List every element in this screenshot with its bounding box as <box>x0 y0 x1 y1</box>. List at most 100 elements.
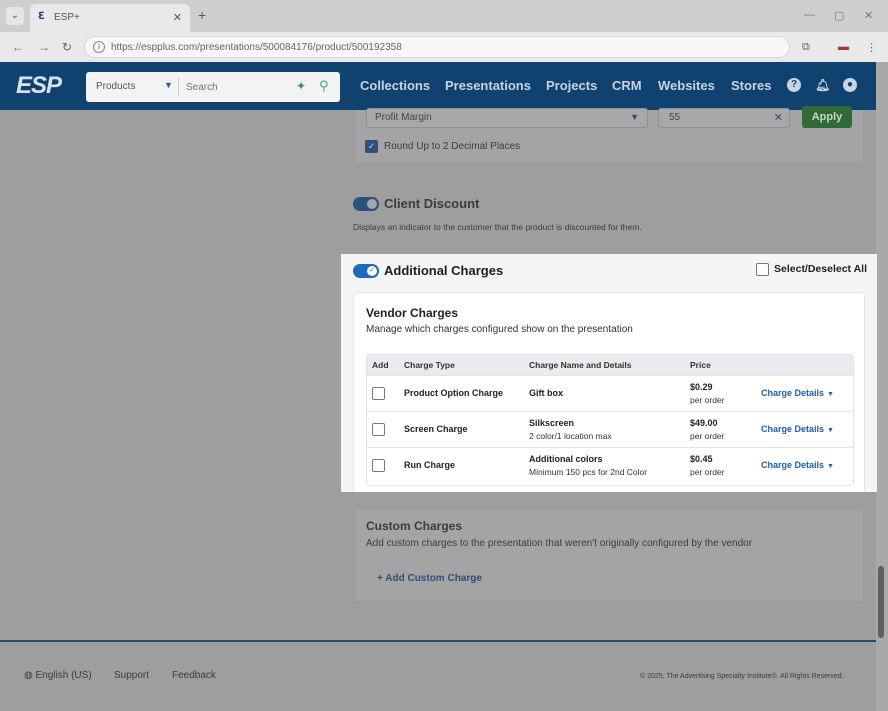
profile-icon[interactable]: ▬ <box>838 41 849 53</box>
browser-tab[interactable]: ℇ ESP+ ✕ <box>30 4 190 32</box>
select-all-label[interactable]: Select/Deselect All <box>774 263 867 275</box>
vendor-charges-card: Vendor Charges Manage which charges conf… <box>353 292 865 492</box>
chevron-down-icon: ▼ <box>827 463 834 470</box>
additional-charges-title: Additional Charges <box>384 263 504 278</box>
client-discount-title: Client Discount <box>384 196 480 211</box>
charge-name: Silkscreen <box>529 418 575 428</box>
tab-search-button[interactable]: ⌄ <box>6 7 24 25</box>
charge-detail: 2 color/1 location max <box>529 431 612 441</box>
footer-divider <box>0 640 876 642</box>
language-selector[interactable]: ◍ English (US) <box>24 670 92 681</box>
browser-tab-bar: ⌄ ℇ ESP+ ✕ + — ▢ ✕ <box>0 0 888 32</box>
charge-type: Screen Charge <box>404 424 468 434</box>
client-discount-desc: Displays an indicator to the customer th… <box>353 222 642 232</box>
charge-details-dropdown[interactable]: Charge Details ▼ <box>761 460 834 470</box>
bell-icon[interactable]: 🔔︎ <box>815 78 830 92</box>
vendor-charges-title: Vendor Charges <box>366 306 459 320</box>
scrollbar-thumb[interactable] <box>878 566 884 638</box>
support-link[interactable]: Support <box>114 670 149 681</box>
nav-stores[interactable]: Stores <box>731 78 771 93</box>
ai-sparkle-icon[interactable]: ✦ <box>296 79 306 93</box>
reload-icon[interactable]: ↻ <box>62 40 72 54</box>
additional-charges-panel: ✓ Additional Charges Select/Deselect All… <box>341 254 877 492</box>
global-search: Products ▼ ✦ ⚲ <box>86 72 340 102</box>
charge-details-label: Charge Details <box>761 424 825 434</box>
add-custom-charge-label: Add Custom Charge <box>385 573 482 584</box>
add-charge-checkbox[interactable] <box>372 423 385 436</box>
markup-type-select[interactable]: Profit Margin ▼ <box>366 108 648 128</box>
charge-details-dropdown[interactable]: Charge Details ▼ <box>761 388 834 398</box>
nav-presentations[interactable]: Presentations <box>445 78 531 93</box>
chevron-down-icon[interactable]: ▼ <box>164 80 173 90</box>
charge-details-dropdown[interactable]: Charge Details ▼ <box>761 424 834 434</box>
table-row: Screen Charge Silkscreen 2 color/1 locat… <box>367 411 853 447</box>
chevron-down-icon: ▼ <box>630 112 639 122</box>
charge-type: Product Option Charge <box>404 388 503 398</box>
charge-name: Gift box <box>529 388 563 398</box>
charge-name: Additional colors <box>529 454 603 464</box>
markup-type-value: Profit Margin <box>375 112 432 123</box>
forward-icon[interactable]: → <box>38 40 50 54</box>
custom-charges-desc: Add custom charges to the presentation t… <box>366 538 753 549</box>
charge-price-unit: per order <box>690 467 725 477</box>
chevron-down-icon: ▼ <box>827 427 834 434</box>
client-discount-toggle[interactable] <box>353 197 379 211</box>
chevron-down-icon: ▼ <box>827 391 834 398</box>
charge-price: $0.29 <box>690 382 713 392</box>
account-icon[interactable]: ● <box>843 78 857 92</box>
app-header: ESP Products ▼ ✦ ⚲ Collections Presentat… <box>0 62 876 110</box>
markup-value-input[interactable]: 55 ✕ <box>658 108 790 128</box>
plus-icon: + <box>377 573 386 584</box>
back-icon[interactable]: ← <box>12 40 24 54</box>
nav-crm[interactable]: CRM <box>612 78 642 93</box>
search-category-select[interactable]: Products <box>96 81 135 92</box>
select-all-checkbox[interactable] <box>756 263 769 276</box>
language-label: English (US) <box>35 670 92 681</box>
nav-websites[interactable]: Websites <box>658 78 715 93</box>
charge-price-unit: per order <box>690 395 725 405</box>
charge-details-label: Charge Details <box>761 388 825 398</box>
esp-logo[interactable]: ESP <box>16 72 62 100</box>
additional-charges-toggle[interactable]: ✓ <box>353 264 379 278</box>
markup-value: 55 <box>669 112 681 123</box>
esp-favicon-icon: ℇ <box>38 11 45 22</box>
new-tab-button[interactable]: + <box>198 8 206 22</box>
search-input[interactable] <box>186 78 286 96</box>
charge-detail: Minimum 150 pcs for 2nd Color <box>529 467 648 477</box>
nav-projects[interactable]: Projects <box>546 78 597 93</box>
vendor-charges-subtitle: Manage which charges configured show on … <box>366 324 633 335</box>
round-up-checkbox[interactable]: ✓ <box>365 140 378 153</box>
charge-details-label: Charge Details <box>761 460 825 470</box>
globe-icon: ◍ <box>24 670 36 681</box>
browser-menu-icon[interactable]: ⋮ <box>866 41 877 54</box>
check-icon: ✓ <box>367 266 377 276</box>
close-window-icon[interactable]: ✕ <box>864 9 873 22</box>
charge-price-unit: per order <box>690 431 725 441</box>
search-divider <box>178 78 179 96</box>
url-field[interactable]: i https://espplus.com/presentations/5000… <box>84 36 790 58</box>
clear-icon[interactable]: ✕ <box>774 111 783 124</box>
add-custom-charge-button[interactable]: + Add Custom Charge <box>377 573 482 584</box>
table-header: Add Charge Type Charge Name and Details … <box>367 355 853 375</box>
maximize-icon[interactable]: ▢ <box>834 9 844 22</box>
add-charge-checkbox[interactable] <box>372 387 385 400</box>
help-icon[interactable]: ? <box>787 78 801 92</box>
round-up-label: Round Up to 2 Decimal Places <box>384 141 521 152</box>
custom-charges-title: Custom Charges <box>366 519 463 533</box>
extensions-icon[interactable]: ⧉ <box>802 41 810 54</box>
search-icon[interactable]: ⚲ <box>319 78 329 94</box>
add-charge-checkbox[interactable] <box>372 459 385 472</box>
feedback-link[interactable]: Feedback <box>172 670 216 681</box>
table-row: Run Charge Additional colors Minimum 150… <box>367 447 853 483</box>
tab-close-icon[interactable]: ✕ <box>173 11 182 24</box>
column-header-charge-name: Charge Name and Details <box>529 360 632 370</box>
apply-button[interactable]: Apply <box>802 106 852 128</box>
site-info-icon[interactable]: i <box>93 41 105 53</box>
charge-type: Run Charge <box>404 460 456 470</box>
tab-title: ESP+ <box>54 12 80 23</box>
column-header-charge-type: Charge Type <box>404 360 455 370</box>
minimize-icon[interactable]: — <box>804 9 815 21</box>
nav-collections[interactable]: Collections <box>360 78 430 93</box>
charge-price: $0.45 <box>690 454 713 464</box>
column-header-add: Add <box>372 360 389 370</box>
